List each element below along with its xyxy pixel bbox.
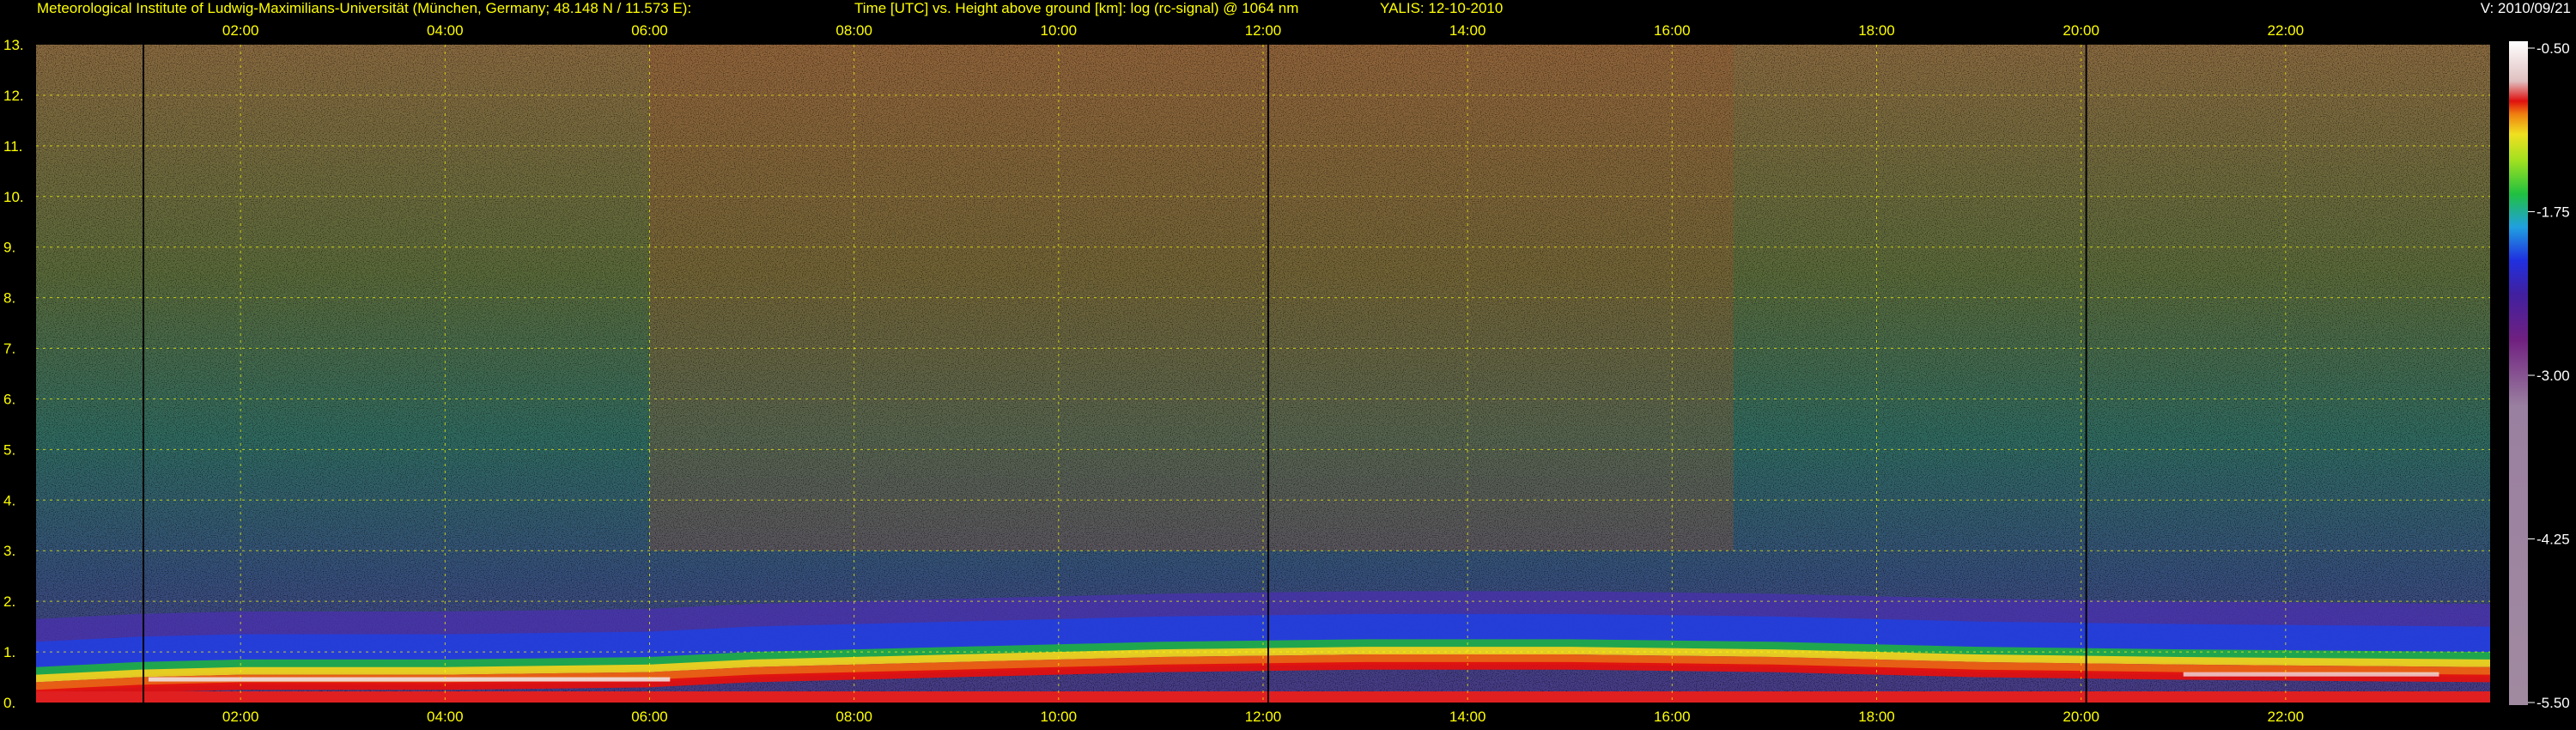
x-tick-label-bottom: 18:00 — [1858, 709, 1895, 725]
y-tick-label: 12. — [3, 88, 24, 104]
x-tick-label-top: 10:00 — [1041, 22, 1078, 39]
x-ticks-top: 02:00 04:00 06:00 08:00 10:00 12:00 14:00 16:00… — [222, 22, 2304, 39]
x-tick-label-bottom: 16:00 — [1654, 709, 1691, 725]
y-tick-label: 13. — [3, 37, 24, 53]
colorbar-tick-label: -5.50 — [2537, 695, 2570, 711]
x-tick-label-bottom: 06:00 — [631, 709, 668, 725]
y-tick-label: 1. — [3, 644, 15, 660]
y-tick-label: 8. — [3, 290, 15, 307]
x-tick-label-bottom: 14:00 — [1449, 709, 1486, 725]
x-tick-label-bottom: 04:00 — [427, 709, 464, 725]
x-tick-label-top: 14:00 — [1449, 22, 1486, 39]
y-tick-label: 10. — [3, 189, 24, 205]
x-ticks-bottom: 02:00 04:00 06:00 08:00 10:00 12:00 14:00 16:00… — [222, 709, 2304, 725]
y-tick-label: 9. — [3, 240, 15, 256]
colorbar-tick-label: -3.00 — [2537, 368, 2570, 384]
x-tick-label-bottom: 10:00 — [1041, 709, 1078, 725]
lidar-chart: 02:00 04:00 06:00 08:00 10:00 12:00 14:00 16:00… — [3, 22, 2570, 725]
x-tick-label-bottom: 12:00 — [1245, 709, 1282, 725]
x-tick-label-top: 12:00 — [1245, 22, 1282, 39]
y-tick-label: 0. — [3, 695, 15, 711]
y-tick-label: 4. — [3, 492, 15, 508]
x-tick-label-top: 08:00 — [835, 22, 872, 39]
x-tick-label-top: 02:00 — [222, 22, 259, 39]
x-tick-label-top: 04:00 — [427, 22, 464, 39]
x-tick-label-top: 22:00 — [2268, 22, 2305, 39]
x-tick-label-top: 20:00 — [2063, 22, 2099, 39]
x-tick-label-top: 16:00 — [1654, 22, 1691, 39]
y-ticks: 0. 1. 2. 3. 4. 5. 6. 7. 8. 9. 10. 11. 12. 13. — [3, 37, 24, 711]
x-tick-label-bottom: 02:00 — [222, 709, 259, 725]
colorbar-tick-label: -1.75 — [2537, 204, 2570, 221]
x-tick-label-bottom: 22:00 — [2268, 709, 2305, 725]
y-tick-label: 3. — [3, 543, 15, 559]
y-tick-label: 2. — [3, 593, 15, 610]
y-tick-label: 11. — [3, 138, 22, 155]
x-tick-label-top: 06:00 — [631, 22, 668, 39]
x-tick-label-top: 18:00 — [1858, 22, 1895, 39]
x-tick-label-bottom: 20:00 — [2063, 709, 2099, 725]
white-streak — [2183, 672, 2439, 677]
y-tick-label: 7. — [3, 341, 15, 357]
y-tick-label: 6. — [3, 391, 15, 407]
x-tick-label-bottom: 08:00 — [835, 709, 872, 725]
plot-area — [36, 45, 2490, 703]
white-streak — [148, 677, 671, 682]
colorbar-ticks: -0.50 -1.75 -3.00 -4.25 -5.50 — [2528, 40, 2570, 711]
colorbar-tick-label: -0.50 — [2537, 40, 2570, 57]
colorbar — [2509, 41, 2528, 705]
colorbar-tick-label: -4.25 — [2537, 532, 2570, 548]
y-tick-label: 5. — [3, 441, 15, 458]
